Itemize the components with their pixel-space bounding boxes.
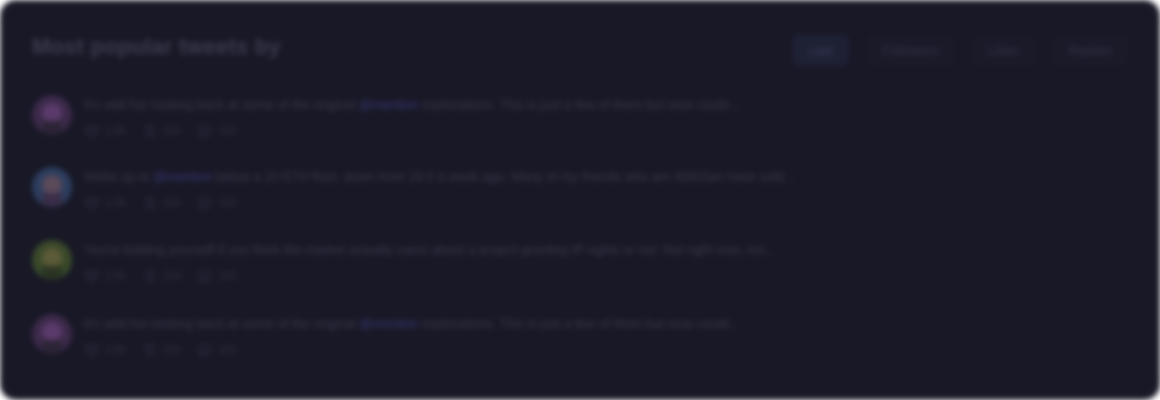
tweet-stats: 1.6k 234 162 — [84, 123, 237, 139]
retweet-icon — [144, 197, 156, 209]
avatar[interactable] — [32, 95, 72, 135]
mention-link[interactable]: @mention — [153, 169, 212, 184]
tab-followers[interactable]: Followers — [866, 34, 955, 66]
heart-icon — [85, 344, 99, 357]
popular-tweets-card: Most popular tweets by Last Followers Li… — [0, 0, 1160, 400]
tab-replies[interactable]: Replies — [1052, 34, 1128, 66]
comment-icon — [199, 125, 212, 138]
retweet-stat[interactable]: 234 — [142, 342, 181, 358]
tweet-row[interactable]: You’re kidding yourself if you think the… — [32, 240, 1128, 292]
tab-likes[interactable]: Likes — [972, 34, 1035, 66]
reply-stat[interactable]: 162 — [197, 123, 237, 139]
like-stat[interactable]: 1.5k — [84, 195, 126, 211]
retweet-icon — [144, 344, 156, 356]
retweet-icon — [144, 270, 156, 282]
mention-link[interactable]: @mention — [359, 316, 418, 331]
avatar[interactable] — [32, 314, 72, 354]
tab-last[interactable]: Last — [792, 34, 849, 66]
comment-icon — [199, 197, 212, 210]
avatar[interactable] — [32, 240, 72, 280]
reply-stat[interactable]: 162 — [197, 268, 237, 284]
retweet-stat[interactable]: 234 — [142, 268, 181, 284]
tweet-row[interactable]: It’s wild fun looking back at some of th… — [32, 314, 1128, 366]
comment-icon — [199, 270, 212, 283]
tweet-text: It’s wild fun looking back at some of th… — [84, 316, 740, 331]
retweet-stat[interactable]: 234 — [142, 123, 181, 139]
tweet-text: You’re kidding yourself if you think the… — [84, 242, 776, 257]
heart-icon — [85, 125, 99, 138]
avatar[interactable] — [32, 167, 72, 207]
tab-bar: Last Followers Likes Replies — [792, 34, 1128, 66]
reply-stat[interactable]: 162 — [197, 195, 237, 211]
mention-link[interactable]: @mention — [359, 97, 418, 112]
like-stat[interactable]: 1.6k — [84, 123, 126, 139]
tweet-text: Woke up to @mention below a 10 ETH floor… — [84, 169, 795, 184]
tweet-stats: 1.5k 234 162 — [84, 195, 237, 211]
retweet-icon — [144, 125, 156, 137]
tweet-text: It’s wild fun looking back at some of th… — [84, 97, 740, 112]
like-stat[interactable]: 1.6k — [84, 342, 126, 358]
reply-stat[interactable]: 162 — [197, 342, 237, 358]
like-stat[interactable]: 1.5k — [84, 268, 126, 284]
tweet-stats: 1.5k 234 162 — [84, 268, 237, 284]
card-title: Most popular tweets by — [32, 34, 281, 59]
tweet-row[interactable]: Woke up to @mention below a 10 ETH floor… — [32, 167, 1128, 219]
tweet-stats: 1.6k 234 162 — [84, 342, 237, 358]
tweet-row[interactable]: It’s wild fun looking back at some of th… — [32, 95, 1128, 147]
retweet-stat[interactable]: 234 — [142, 195, 181, 211]
comment-icon — [199, 344, 212, 357]
heart-icon — [85, 270, 99, 283]
heart-icon — [85, 197, 99, 210]
